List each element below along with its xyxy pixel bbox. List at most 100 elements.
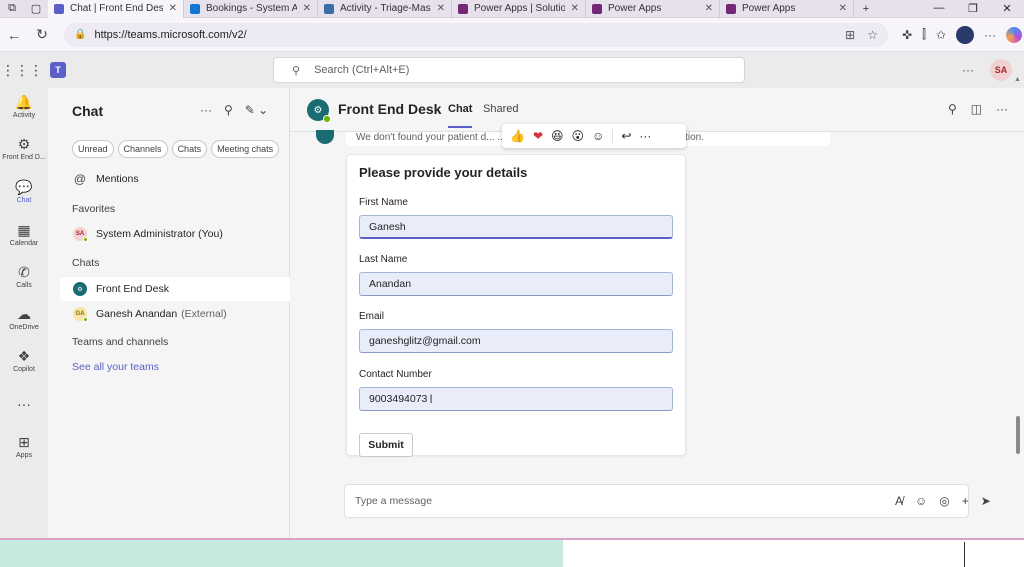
chats-section-label: Chats — [72, 257, 100, 269]
app-available-icon[interactable]: ⊞ — [845, 28, 855, 42]
dynamics-favicon-icon — [324, 3, 334, 14]
close-tab-icon[interactable]: ✕ — [437, 3, 445, 14]
filter-meeting-chats[interactable]: Meeting chats — [211, 140, 280, 158]
back-icon[interactable]: ← — [0, 27, 28, 43]
contact-number-field[interactable]: 9003494073 I — [359, 387, 673, 411]
rail-item-calendar[interactable]: ▦ Calendar — [0, 222, 48, 247]
format-icon[interactable]: A̸ — [895, 494, 903, 508]
first-name-field[interactable]: Ganesh — [359, 215, 673, 239]
refresh-icon[interactable]: ↻ — [28, 26, 56, 43]
contact-number-label: Contact Number — [359, 369, 432, 380]
new-chat-icon[interactable]: ✎ ⌄ — [245, 103, 268, 117]
rail-item-calls[interactable]: ✆ Calls — [0, 264, 48, 289]
restore-icon[interactable]: ❐ — [956, 2, 990, 15]
bookings-favicon-icon — [190, 3, 200, 14]
browser-tab-powerapps-solution[interactable]: Power Apps | Solution ✕ — [452, 0, 586, 18]
email-field[interactable]: ganeshglitz@gmail.com — [359, 329, 673, 353]
extensions-icon[interactable]: ✜ — [902, 28, 912, 42]
like-reaction-icon[interactable]: 👍 — [510, 129, 525, 143]
minimize-icon[interactable]: — — [922, 2, 956, 15]
teams-logo-icon: T — [50, 62, 66, 78]
search-chat-icon[interactable]: ⚲ — [224, 103, 233, 117]
copilot-browser-icon[interactable] — [1005, 26, 1022, 43]
chat-item-ganesh-anandan[interactable]: GA Ganesh Anandan (External) — [72, 307, 227, 322]
add-attachment-icon[interactable]: + — [962, 494, 969, 508]
reply-icon[interactable]: ↩ — [621, 129, 631, 143]
browser-tab-chat[interactable]: Chat | Front End Desk ✕ — [48, 0, 184, 18]
favorites-icon[interactable]: ✩ — [936, 28, 946, 42]
profile-icon[interactable] — [955, 25, 974, 44]
bot-avatar-icon — [316, 130, 334, 144]
favorites-section-label: Favorites — [72, 203, 116, 215]
favorite-star-icon[interactable]: ☆ — [867, 28, 878, 42]
tab-chat[interactable]: Chat — [448, 103, 473, 128]
close-tab-icon[interactable]: ✕ — [705, 3, 713, 14]
loop-icon[interactable]: ◎ — [939, 494, 949, 508]
filter-channels[interactable]: Channels — [117, 140, 168, 158]
app-launcher-icon[interactable]: ⋮⋮⋮ — [0, 62, 44, 79]
close-window-icon[interactable]: ✕ — [990, 2, 1024, 15]
heart-reaction-icon[interactable]: ❤ — [533, 129, 543, 143]
browser-tab-powerapps-2[interactable]: Power Apps ✕ — [720, 0, 854, 18]
chat-area: ⚙ Front End Desk Chat Shared ⚲ ◫ ··· We … — [290, 88, 1024, 538]
surprised-reaction-icon[interactable]: 😮 — [572, 129, 585, 143]
bot-avatar-icon: ⚙ — [73, 282, 87, 296]
rail-item-apps[interactable]: ⊞ Apps — [0, 434, 48, 459]
user-avatar[interactable]: SA — [990, 59, 1012, 81]
split-screen-icon[interactable]: ⫿ — [922, 27, 926, 42]
settings-more-icon[interactable]: ··· — [962, 63, 974, 77]
browser-address-bar: ← ↻ 🔒 https://teams.microsoft.com/v2/ ⊞ … — [0, 18, 1024, 52]
more-options-icon[interactable]: ··· — [200, 103, 212, 117]
browser-tab-activity[interactable]: Activity - Triage-Mast ✕ — [318, 0, 452, 18]
scrollbar-thumb[interactable] — [1016, 416, 1020, 454]
avatar: SA — [73, 227, 88, 242]
filter-unread[interactable]: Unread — [72, 140, 114, 158]
browser-tab-bookings[interactable]: Bookings - System Ad ✕ — [184, 0, 318, 18]
chat-item-front-end-desk[interactable]: ⚙ Front End Desk — [72, 282, 169, 296]
rail-item-chat[interactable]: 💬 Chat — [0, 179, 48, 204]
rail-item-onedrive[interactable]: ☁ OneDrive — [0, 306, 48, 331]
tab-shared[interactable]: Shared — [483, 103, 518, 115]
message-compose-box[interactable]: Type a message A̸ ☺ ◎ + ➤ — [344, 484, 991, 518]
text-cursor-icon: I — [429, 392, 433, 406]
search-in-chat-icon[interactable]: ⚲ — [948, 102, 957, 116]
more-options-icon[interactable]: ··· — [996, 102, 1008, 116]
search-input[interactable]: ⚲ Search (Ctrl+Alt+E) — [273, 57, 745, 83]
laugh-reaction-icon[interactable]: 😆 — [551, 129, 564, 143]
url-field[interactable]: 🔒 https://teams.microsoft.com/v2/ ⊞ ☆ — [64, 22, 888, 47]
rail-item-front-end-desk[interactable]: ⚙ Front End D... — [0, 136, 48, 161]
rail-item-copilot[interactable]: ❖ Copilot — [0, 348, 48, 373]
chat-filters: Unread Channels Chats Meeting chats — [72, 140, 280, 158]
lock-icon: 🔒 — [74, 29, 87, 40]
browser-menu-icon[interactable]: ··· — [984, 28, 996, 42]
close-tab-icon[interactable]: ✕ — [169, 3, 177, 14]
see-all-teams-link[interactable]: See all your teams — [72, 361, 159, 373]
divider — [964, 542, 965, 567]
app-rail: 🔔 Activity ⚙ Front End D... 💬 Chat ▦ Cal… — [0, 88, 48, 538]
teams-favicon-icon — [54, 3, 64, 14]
mentions-item[interactable]: @ Mentions — [72, 172, 139, 186]
submit-button[interactable]: Submit — [359, 433, 413, 457]
chat-scrollbar[interactable] — [1014, 90, 1022, 536]
emoji-icon[interactable]: ☺ — [915, 494, 927, 508]
browser-tab-powerapps-1[interactable]: Power Apps ✕ — [586, 0, 720, 18]
send-icon[interactable]: ➤ — [981, 494, 991, 508]
rail-item-more[interactable]: ··· — [0, 396, 48, 414]
open-side-panel-icon[interactable]: ◫ — [971, 102, 982, 116]
close-tab-icon[interactable]: ✕ — [839, 3, 847, 14]
teams-section-label: Teams and channels — [72, 336, 169, 348]
workspaces-icon[interactable]: ⧉ — [0, 0, 24, 18]
close-tab-icon[interactable]: ✕ — [571, 3, 579, 14]
rail-item-activity[interactable]: 🔔 Activity — [0, 94, 48, 119]
message-more-icon[interactable]: ··· — [639, 129, 651, 143]
apps-icon: ⊞ — [18, 434, 30, 450]
close-tab-icon[interactable]: ✕ — [303, 3, 311, 14]
tab-actions-icon[interactable]: ▢ — [24, 0, 48, 18]
add-reaction-icon[interactable]: ☺ — [592, 129, 604, 143]
last-name-field[interactable]: Anandan — [359, 272, 673, 296]
favorite-item-system-administrator[interactable]: SA System Administrator (You) — [72, 227, 223, 242]
new-tab-button[interactable]: + — [854, 0, 878, 18]
filter-chats[interactable]: Chats — [171, 140, 208, 158]
scroll-up-icon[interactable]: ▲ — [1014, 76, 1021, 83]
more-icon: ··· — [17, 396, 31, 412]
